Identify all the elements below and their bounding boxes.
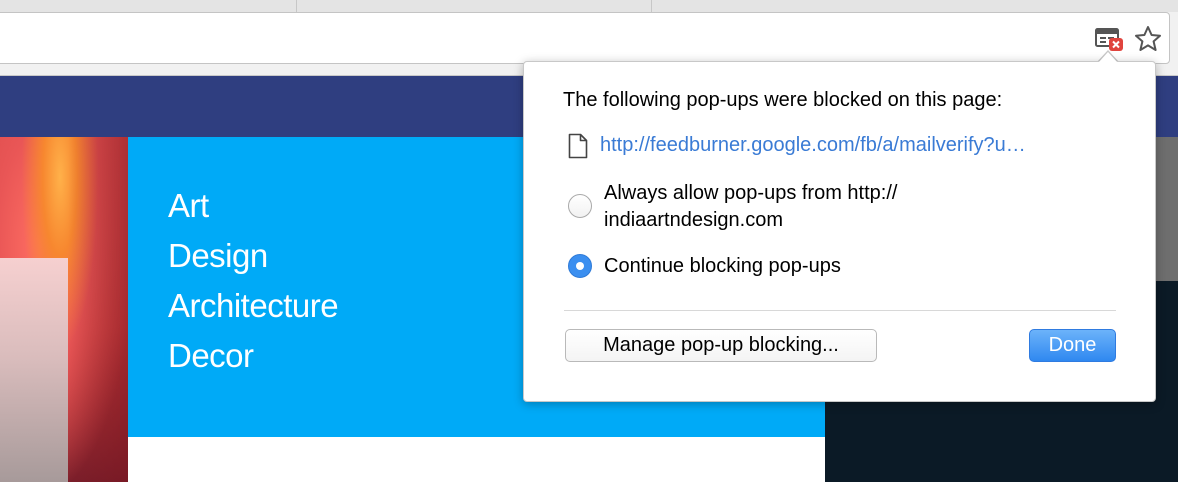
always-allow-label-text: Always allow pop-ups from http:// indiaa…	[604, 182, 898, 231]
bubble-arrow-fill	[1098, 52, 1118, 63]
blocked-popup-link[interactable]: http://feedburner.google.com/fb/a/mailve…	[600, 134, 1026, 157]
manage-popup-blocking-button[interactable]: Manage pop-up blocking...	[565, 329, 877, 362]
content-area	[128, 437, 825, 482]
tab-strip	[0, 0, 1178, 12]
done-button[interactable]: Done	[1029, 329, 1116, 362]
document-icon	[568, 133, 588, 159]
category-link-art[interactable]: Art	[168, 181, 338, 231]
separator	[564, 310, 1116, 311]
continue-blocking-radio[interactable]	[568, 254, 592, 278]
popup-blocked-bubble: The following pop-ups were blocked on th…	[523, 61, 1156, 402]
category-link-architecture[interactable]: Architecture	[168, 281, 339, 331]
category-list: Art Design Architecture Decor	[168, 181, 339, 381]
bubble-title: The following pop-ups were blocked on th…	[563, 89, 1003, 111]
address-bar[interactable]	[0, 12, 1170, 64]
always-allow-label[interactable]: Always allow pop-ups from http:// indiaa…	[604, 180, 984, 234]
continue-blocking-label[interactable]: Continue blocking pop-ups	[604, 253, 841, 280]
tab-divider	[296, 0, 297, 12]
bookmark-star-icon[interactable]	[1133, 24, 1163, 54]
hero-image-overlay	[0, 258, 68, 482]
always-allow-radio[interactable]	[568, 194, 592, 218]
category-link-decor[interactable]: Decor	[168, 331, 338, 381]
category-link-design[interactable]: Design	[168, 231, 338, 281]
tab-divider	[651, 0, 652, 12]
